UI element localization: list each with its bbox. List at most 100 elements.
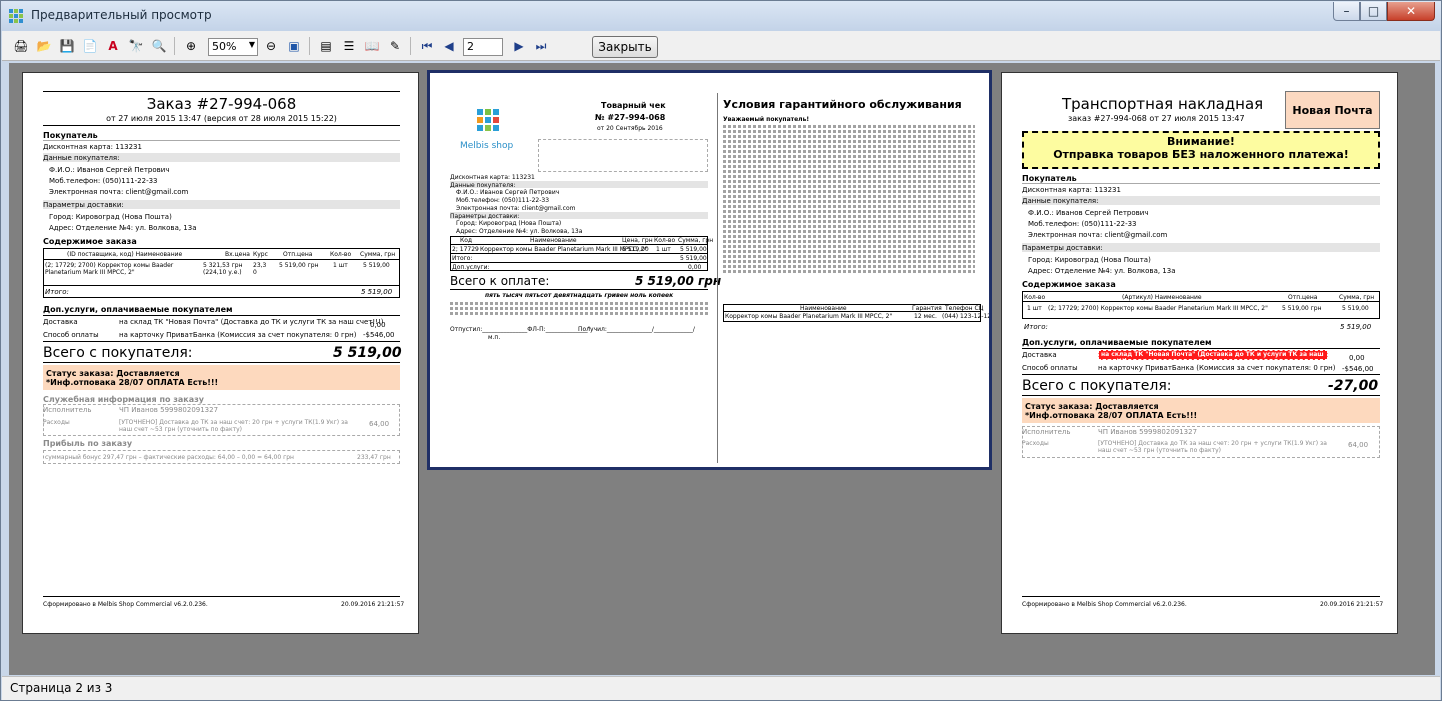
col-rate: Курс bbox=[253, 251, 268, 258]
open-icon[interactable]: 📂 bbox=[35, 37, 53, 55]
executor-value: ЧП Иванов 5999802091327 bbox=[1098, 428, 1198, 436]
footer-generated: Сформировано в Melbis Shop Commercial v6… bbox=[1022, 601, 1187, 608]
warranty-title: Условия гарантийного обслуживания bbox=[723, 98, 962, 111]
fit-page-icon[interactable]: ▣ bbox=[285, 37, 303, 55]
payment-label: Способ оплаты bbox=[1022, 364, 1078, 372]
grand-total-label: Всего с покупателя: bbox=[43, 345, 193, 361]
footer-timestamp: 20.09.2016 21:21:57 bbox=[341, 601, 405, 608]
item-in-price: 5 321,53 грн (224,10 у.е.) bbox=[203, 262, 243, 276]
payment-value: на карточку ПриватБанка (Комиссия за сче… bbox=[119, 331, 357, 339]
close-button[interactable]: Закрыть bbox=[592, 36, 658, 58]
grand-total-value: 5 519,00 bbox=[333, 345, 402, 361]
pdf-icon[interactable]: A bbox=[104, 37, 122, 55]
zoom-out-icon[interactable]: ⊖ bbox=[262, 37, 280, 55]
order-status-box: Статус заказа: Доставляется *Инф.отповак… bbox=[43, 365, 400, 390]
buyer-fio: Ф.И.О.: Иванов Сергей Петрович bbox=[49, 166, 170, 174]
outline-icon[interactable]: ☰ bbox=[340, 37, 358, 55]
export-icon[interactable]: 📄 bbox=[81, 37, 99, 55]
order-status-note: *Инф.отповака 28/07 ОПЛАТА Есть!!! bbox=[46, 378, 219, 387]
minimize-button[interactable]: – bbox=[1333, 2, 1360, 21]
warning-title: Внимание! bbox=[1167, 135, 1235, 148]
order-status-note: *Инф.отповака 28/07 ОПЛАТА Есть!!! bbox=[1025, 411, 1198, 420]
delivery-value: на склад ТК "Новая Почта" (Доставка до Т… bbox=[1098, 350, 1328, 365]
last-page-icon[interactable]: ⏭ bbox=[532, 37, 550, 55]
search-icon[interactable]: 🔍 bbox=[150, 37, 168, 55]
delivery-label: Доставка bbox=[1022, 351, 1057, 359]
first-page-icon[interactable]: ⏮ bbox=[418, 37, 436, 55]
total-value: 5 519,00 bbox=[1340, 323, 1372, 331]
warranty-item-term: 12 мес. bbox=[914, 313, 937, 320]
find-icon[interactable]: 🔭 bbox=[127, 37, 145, 55]
footer-timestamp: 20.09.2016 21:21:57 bbox=[1320, 601, 1384, 608]
payment-sum: -$546,00 bbox=[363, 331, 395, 339]
buyer-data-heading: Данные покупателя: bbox=[450, 182, 516, 189]
col-in-price: Вх.цена bbox=[225, 251, 250, 258]
print-icon[interactable]: 🖨 bbox=[12, 37, 30, 55]
next-page-icon[interactable]: ▶ bbox=[510, 37, 528, 55]
order-title: Заказ #27-994-068 bbox=[146, 95, 297, 113]
maximize-button[interactable]: □ bbox=[1360, 2, 1387, 21]
thumbnails-icon[interactable]: 📖 bbox=[363, 37, 381, 55]
col-qty: Кол-во bbox=[654, 237, 676, 244]
pay-total-label: Всего к оплате: bbox=[450, 274, 550, 288]
delivery-sum: 0,00 bbox=[1349, 354, 1365, 362]
item-price: 5 519,00 грн bbox=[279, 262, 319, 269]
receipt-number: № #27-994-068 bbox=[595, 113, 666, 122]
delivery-address: Адрес: Отделение №4: ул. Волкова, 13а bbox=[1028, 267, 1176, 275]
warranty-item-name: Корректор комы Baader Planetarium Mark I… bbox=[725, 313, 893, 320]
col-sum: Сумма, грн bbox=[360, 251, 396, 258]
col-name: (ID поставщика, код) Наименование bbox=[67, 251, 183, 258]
buyer-email: Электронная почта: client@gmail.com bbox=[1028, 231, 1168, 239]
content-heading: Содержимое заказа bbox=[43, 237, 137, 246]
expenses-sum: 64,00 bbox=[1348, 441, 1369, 449]
buyer-data-heading: Данные покупателя: bbox=[1022, 197, 1099, 205]
delivery-city: Город: Кировоград (Нова Пошта) bbox=[456, 220, 562, 227]
item-sum: 5 519,00 bbox=[363, 262, 390, 269]
col-price: Отп.цена bbox=[283, 251, 313, 258]
delivery-city: Город: Кировоград (Нова Пошта) bbox=[1028, 256, 1151, 264]
col-name: (Артикул) Наименование bbox=[1122, 294, 1202, 301]
preview-area[interactable]: Заказ #27-994-068 от 27 июля 2015 13:47 … bbox=[9, 63, 1435, 675]
page-order[interactable]: Заказ #27-994-068 от 27 июля 2015 13:47 … bbox=[22, 72, 419, 634]
profit-value: суммарный бонус 297,47 грн – фактические… bbox=[45, 454, 294, 461]
delivery-address: Адрес: Отделение №4: ул. Волкова, 13а bbox=[456, 228, 583, 235]
signature-received: Получил:_______________/_____________/ bbox=[578, 326, 695, 333]
order-status: Статус заказа: Доставляется bbox=[1025, 402, 1159, 411]
expenses-value: [УТОЧНЕНО] Доставка до ТК за наш счет: 2… bbox=[1098, 440, 1327, 454]
chevron-down-icon: ▼ bbox=[248, 40, 255, 49]
warranty-col-name: Наименование bbox=[800, 305, 847, 312]
total-label: Итого: bbox=[45, 288, 69, 296]
warranty-col-phone: Телефон СЦ bbox=[945, 305, 984, 312]
page-receipt[interactable]: Melbis shop Товарный чек № #27-994-068 о… bbox=[427, 70, 992, 470]
col-qty: Кол-во bbox=[330, 251, 352, 258]
grand-total-label: Всего с покупателя: bbox=[1022, 378, 1172, 394]
title-bar[interactable]: Предварительный просмотр – □ ✕ bbox=[1, 1, 1441, 31]
page-number-input[interactable]: 2 bbox=[463, 38, 503, 56]
payment-label: Способ оплаты bbox=[43, 331, 99, 339]
item-qty: 1 шт bbox=[333, 262, 348, 269]
status-bar: Страница 2 из 3 bbox=[2, 676, 1440, 700]
delivery-heading: Параметры доставки: bbox=[1022, 244, 1103, 252]
page-waybill[interactable]: Транспортная накладная заказ #27-994-068… bbox=[1001, 72, 1398, 634]
item-sum: 5 519,00 bbox=[1342, 305, 1369, 312]
extra-value: 0,00 bbox=[688, 264, 702, 271]
warranty-greeting: Уважаемый покупатель! bbox=[723, 116, 810, 123]
expenses-sum: 64,00 bbox=[369, 420, 390, 428]
buyer-email: Электронная почта: client@gmail.com bbox=[49, 188, 189, 196]
zoom-select[interactable]: 50% ▼ bbox=[208, 38, 258, 56]
grand-total-value: -27,00 bbox=[1328, 378, 1379, 394]
edit-icon[interactable]: ✎ bbox=[386, 37, 404, 55]
page-setup-icon[interactable]: ▤ bbox=[317, 37, 335, 55]
prev-page-icon[interactable]: ◀ bbox=[440, 37, 458, 55]
discount-card: Дисконтная карта: 113231 bbox=[450, 174, 535, 181]
zoom-in-icon[interactable]: ⊕ bbox=[182, 37, 200, 55]
extra-services-heading: Доп.услуги, оплачиваемые покупателем bbox=[43, 305, 233, 314]
warranty-col-term: Гарантия bbox=[912, 305, 942, 312]
close-window-button[interactable]: ✕ bbox=[1387, 2, 1435, 21]
buyer-phone: Моб.телефон: (050)111-22-33 bbox=[456, 197, 550, 204]
total-label: Итого: bbox=[452, 255, 473, 262]
save-icon[interactable]: 💾 bbox=[58, 37, 76, 55]
profit-heading: Прибыль по заказу bbox=[43, 439, 133, 448]
warranty-item-phone: (044) 123-12-12 bbox=[942, 313, 992, 320]
buyer-heading: Покупатель bbox=[43, 131, 98, 140]
